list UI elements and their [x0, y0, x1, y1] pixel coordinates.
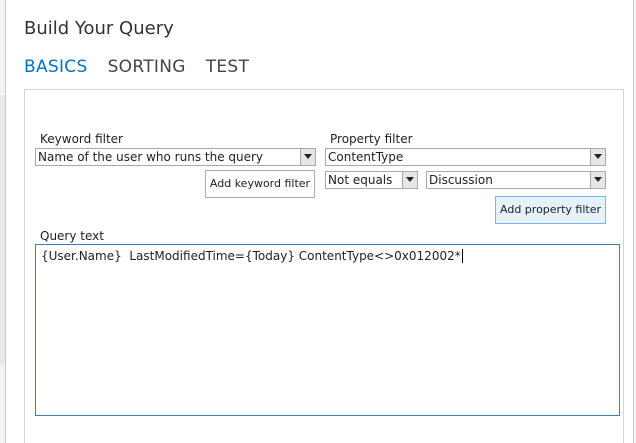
keyword-filter-select[interactable]: Name of the user who runs the query [35, 148, 316, 166]
property-filter-value: ContentType [328, 150, 404, 164]
tab-bar: BASICS SORTING TEST [24, 57, 249, 77]
query-text-area[interactable]: {User.Name} LastModifiedTime={Today} Con… [35, 244, 620, 416]
chevron-down-icon[interactable] [590, 172, 605, 188]
query-text-value: {User.Name} LastModifiedTime={Today} Con… [41, 249, 461, 263]
tab-sorting[interactable]: SORTING [108, 57, 186, 77]
property-value-value: Discussion [429, 173, 493, 187]
add-keyword-filter-button[interactable]: Add keyword filter [205, 170, 315, 198]
add-property-filter-button[interactable]: Add property filter [495, 196, 606, 224]
dialog-title: Build Your Query [24, 18, 174, 39]
tab-basics[interactable]: BASICS [24, 57, 88, 77]
keyword-filter-label: Keyword filter [40, 132, 123, 146]
keyword-filter-value: Name of the user who runs the query [38, 150, 264, 164]
query-text-label: Query text [40, 229, 104, 243]
query-text-content[interactable]: {User.Name} LastModifiedTime={Today} Con… [41, 249, 463, 263]
property-filter-select[interactable]: ContentType [325, 148, 606, 166]
chevron-down-icon[interactable] [402, 172, 417, 188]
property-value-select[interactable]: Discussion [426, 171, 606, 189]
property-operator-value: Not equals [328, 173, 393, 187]
tab-test[interactable]: TEST [206, 57, 250, 77]
text-caret [461, 249, 463, 263]
chevron-down-icon[interactable] [590, 149, 605, 165]
property-filter-label: Property filter [330, 132, 413, 146]
property-operator-select[interactable]: Not equals [325, 171, 418, 189]
chevron-down-icon[interactable] [300, 149, 315, 165]
